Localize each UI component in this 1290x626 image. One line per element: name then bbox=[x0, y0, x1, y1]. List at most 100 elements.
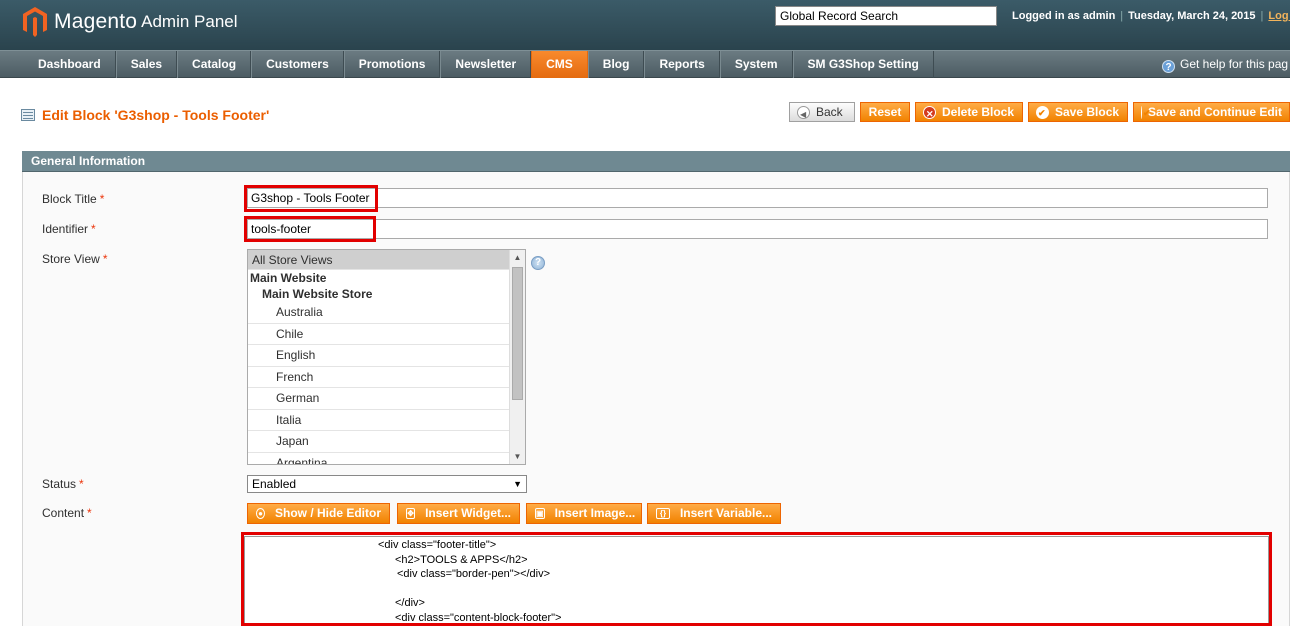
brand-subtitle: Admin Panel bbox=[141, 12, 238, 31]
block-title-label: Block Title * bbox=[42, 192, 104, 206]
save-block-button[interactable]: Save Block bbox=[1028, 102, 1128, 122]
delete-block-button[interactable]: Delete Block bbox=[915, 102, 1023, 123]
scroll-up-icon[interactable]: ▲ bbox=[510, 250, 525, 265]
nav-item-promotions[interactable]: Promotions bbox=[343, 51, 441, 78]
help-text: Get help for this pag bbox=[1180, 57, 1289, 71]
store-option-english[interactable]: English bbox=[248, 345, 510, 367]
header-user-info: Logged in as admin | Tuesday, March 24, 20… bbox=[1012, 10, 1290, 22]
dropdown-arrow-icon: ▼ bbox=[513, 479, 522, 489]
identifier-label: Identifier * bbox=[42, 222, 96, 236]
content-line: <div class="content-block-footer"> bbox=[395, 611, 562, 624]
store-group-store: Main Website Store bbox=[262, 287, 373, 301]
store-option-french[interactable]: French bbox=[248, 367, 510, 388]
store-option-german[interactable]: German bbox=[248, 388, 510, 410]
insert-image-label: Insert Image... bbox=[554, 506, 636, 520]
store-option-italia[interactable]: Italia bbox=[248, 410, 510, 431]
nav-item-cms[interactable]: CMS bbox=[531, 51, 588, 78]
nav-item-sales[interactable]: Sales bbox=[115, 51, 178, 78]
store-option-argentina[interactable]: Argentina bbox=[248, 453, 510, 465]
block-title-label-text: Block Title bbox=[42, 192, 97, 206]
content-line: <div class="footer-title"> bbox=[378, 539, 497, 551]
status-label-text: Status bbox=[42, 477, 77, 491]
content-editor-textarea[interactable]: <div class="footer-title"> <h2>TOOLS & AP… bbox=[244, 536, 1269, 626]
save-continue-button-label: Save and Continue Edit bbox=[1147, 105, 1282, 119]
page-title: Edit Block 'G3shop - Tools Footer' bbox=[21, 107, 269, 123]
content-line: <h2>TOOLS & APPS</h2> bbox=[395, 553, 528, 566]
nav-item-catalog[interactable]: Catalog bbox=[177, 51, 252, 78]
show-hide-editor-button[interactable]: ● Show / Hide Editor bbox=[247, 503, 390, 524]
admin-header: Magento Admin Panel Logged in as admin|T… bbox=[0, 0, 1290, 50]
scroll-down-icon[interactable]: ▼ bbox=[510, 449, 525, 464]
reset-button[interactable]: Reset bbox=[860, 102, 910, 122]
required-mark: * bbox=[91, 222, 96, 236]
nav-item-sm-g3shop-setting[interactable]: SM G3Shop Setting bbox=[792, 51, 934, 78]
nav-item-newsletter[interactable]: Newsletter bbox=[440, 51, 532, 78]
store-option-japan[interactable]: Japan bbox=[248, 431, 510, 453]
nav-item-customers[interactable]: Customers bbox=[251, 51, 344, 78]
required-mark: * bbox=[102, 252, 108, 266]
store-option-chile[interactable]: Chile bbox=[248, 324, 510, 345]
eye-icon: ● bbox=[256, 508, 265, 519]
logged-in-text: Logged in as admin bbox=[1012, 10, 1116, 22]
block-title-input[interactable]: G3shop - Tools Footer bbox=[247, 188, 1268, 208]
content-label: Content * bbox=[42, 506, 92, 520]
save-continue-check-icon bbox=[1141, 104, 1150, 121]
widget-icon: ✥ bbox=[406, 508, 416, 519]
magento-logo[interactable]: Magento Admin Panel bbox=[22, 6, 238, 38]
nav-menu: Dashboard Sales Catalog Customers Promotions… bbox=[24, 51, 934, 78]
section-header: General Information bbox=[22, 151, 1290, 172]
nav-item-blog[interactable]: Blog bbox=[587, 51, 645, 78]
nav-item-reports[interactable]: Reports bbox=[644, 51, 720, 78]
save-continue-button[interactable]: Save and Continue Edit bbox=[1133, 102, 1290, 122]
save-button-label: Save Block bbox=[1055, 105, 1120, 119]
status-value: Enabled bbox=[252, 477, 297, 491]
store-option-all[interactable]: All Store Views bbox=[248, 250, 510, 270]
reset-button-label: Reset bbox=[868, 105, 902, 119]
nav-item-dashboard[interactable]: Dashboard bbox=[24, 51, 116, 78]
store-view-help-icon[interactable]: ? bbox=[531, 256, 545, 270]
magento-logo-icon bbox=[23, 7, 47, 37]
insert-image-button[interactable]: ▣ Insert Image... bbox=[526, 503, 642, 524]
identifier-input[interactable]: tools-footer bbox=[247, 219, 1268, 239]
help-link[interactable]: ? Get help for this pag bbox=[1162, 51, 1288, 78]
save-check-icon bbox=[1036, 104, 1049, 122]
identifier-label-text: Identifier bbox=[42, 222, 89, 236]
page-heading: Edit Block 'G3shop - Tools Footer' bbox=[42, 107, 270, 123]
status-label: Status * bbox=[42, 477, 84, 491]
required-mark: * bbox=[79, 477, 84, 491]
nav-item-system[interactable]: System bbox=[719, 51, 793, 78]
store-group-website: Main Website bbox=[250, 271, 327, 285]
delete-button-label: Delete Block bbox=[942, 105, 1015, 119]
variable-icon: {} bbox=[656, 508, 670, 519]
show-hide-label: Show / Hide Editor bbox=[274, 506, 381, 520]
required-mark: * bbox=[87, 506, 92, 520]
help-icon: ? bbox=[1162, 60, 1175, 73]
back-arrow-icon bbox=[797, 105, 810, 124]
store-view-multiselect[interactable]: All Store Views Main Website Main Websit… bbox=[247, 249, 526, 465]
main-nav: Dashboard Sales Catalog Customers Promotions… bbox=[0, 50, 1290, 78]
image-icon: ▣ bbox=[535, 508, 545, 519]
logout-link[interactable]: Log O bbox=[1268, 10, 1290, 22]
store-list-scrollbar[interactable]: ▲ ▼ bbox=[509, 250, 525, 464]
back-button[interactable]: Back bbox=[789, 102, 855, 124]
content-label-text: Content bbox=[42, 506, 85, 520]
insert-widget-button[interactable]: ✥ Insert Widget... bbox=[397, 503, 520, 524]
brand-name: Magento bbox=[54, 10, 138, 33]
current-date: Tuesday, March 24, 2015 bbox=[1128, 10, 1256, 22]
insert-variable-button[interactable]: {} Insert Variable... bbox=[647, 503, 781, 524]
content-line: <div class="border-pen"></div> bbox=[397, 568, 551, 580]
scroll-thumb[interactable] bbox=[512, 267, 523, 400]
insert-widget-label: Insert Widget... bbox=[425, 506, 511, 520]
global-search-input[interactable] bbox=[775, 6, 997, 26]
delete-icon bbox=[923, 105, 936, 123]
store-view-label-text: Store View bbox=[42, 252, 100, 266]
store-view-label: Store View * bbox=[42, 252, 107, 266]
status-select[interactable]: Enabled ▼ bbox=[247, 475, 527, 493]
insert-variable-label: Insert Variable... bbox=[679, 506, 772, 520]
store-option-australia[interactable]: Australia bbox=[248, 302, 510, 324]
back-button-label: Back bbox=[816, 105, 843, 119]
content-line: </div> bbox=[395, 597, 425, 609]
required-mark: * bbox=[99, 192, 105, 206]
store-view-options: Australia Chile English French German Italia J… bbox=[248, 302, 525, 465]
block-grid-icon bbox=[21, 109, 35, 121]
